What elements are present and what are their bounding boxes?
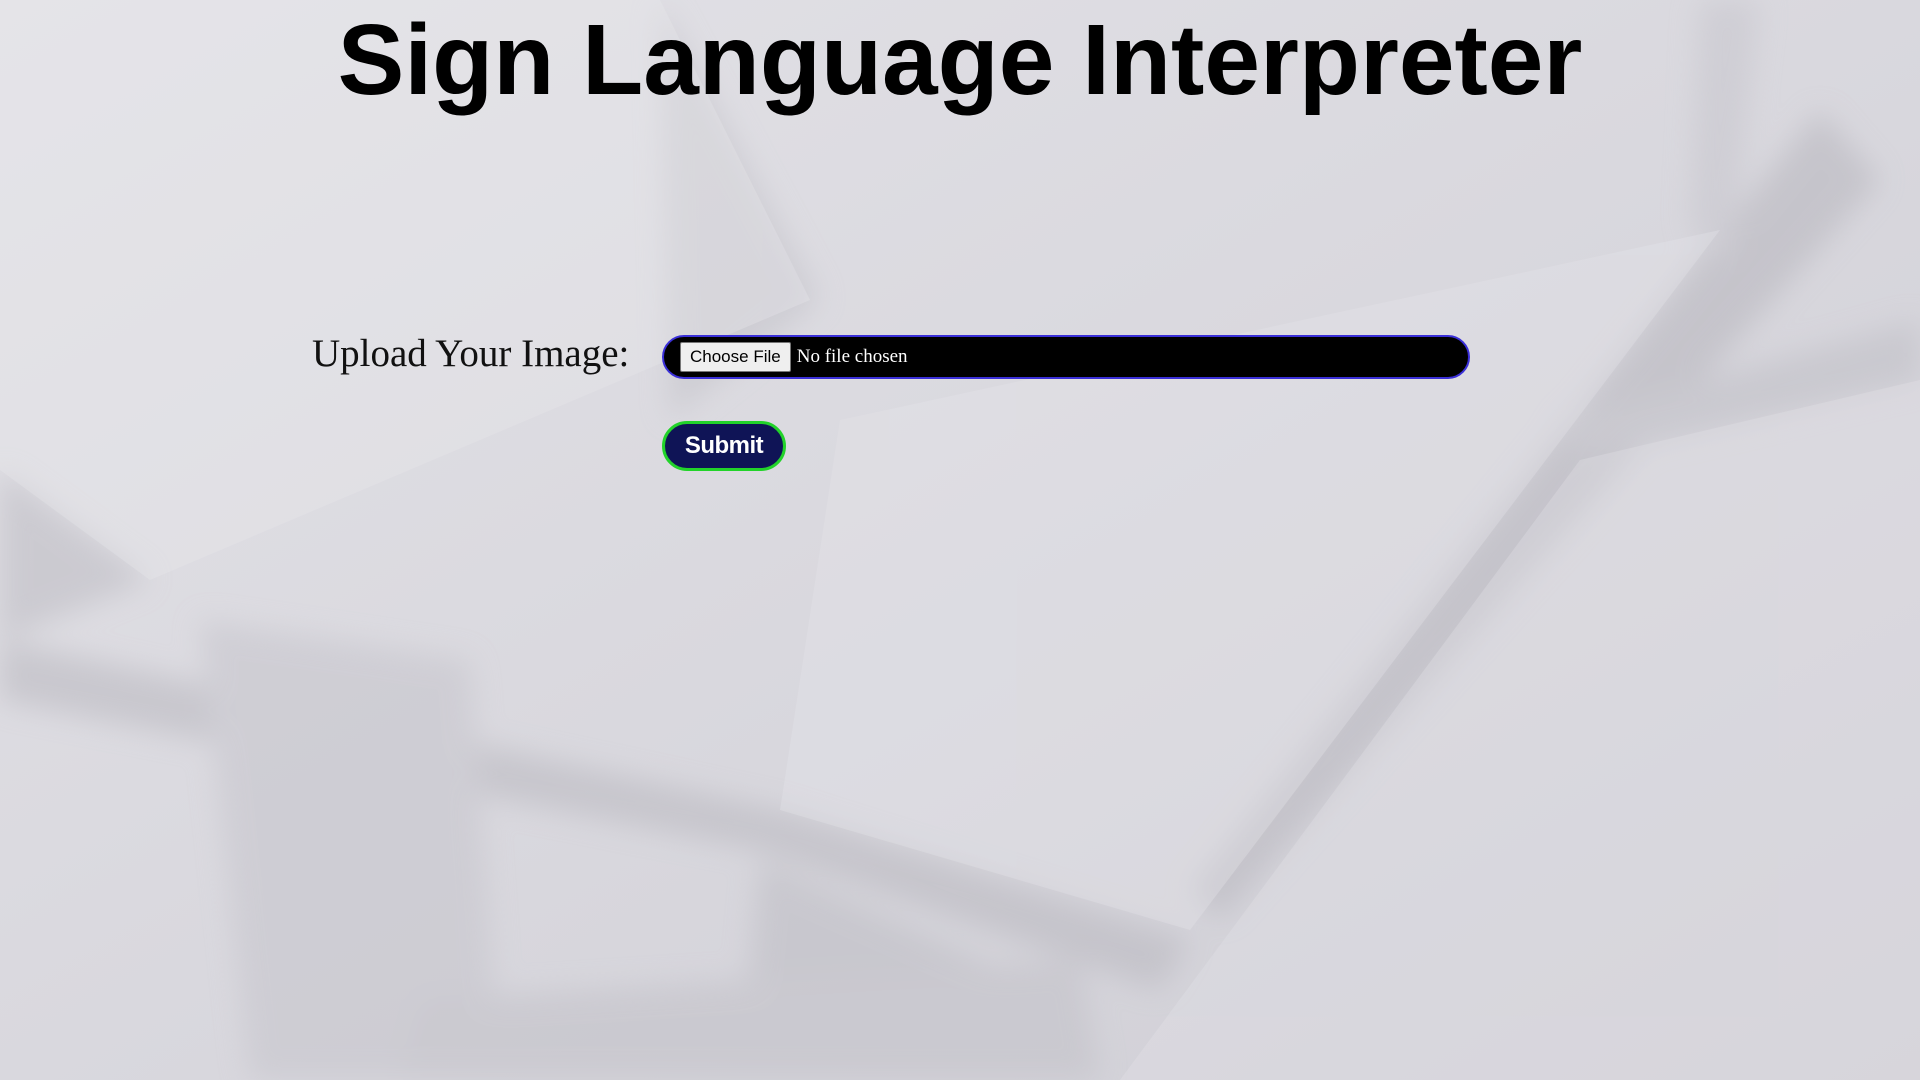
background-pattern bbox=[0, 0, 1920, 1080]
upload-label: Upload Your Image: bbox=[312, 332, 630, 375]
file-input[interactable]: Choose File No file chosen bbox=[662, 335, 1470, 379]
page-title: Sign Language Interpreter bbox=[337, 4, 1583, 116]
choose-file-button[interactable]: Choose File bbox=[680, 342, 791, 372]
submit-button[interactable]: Submit bbox=[662, 421, 786, 471]
file-status-text: No file chosen bbox=[796, 346, 908, 367]
